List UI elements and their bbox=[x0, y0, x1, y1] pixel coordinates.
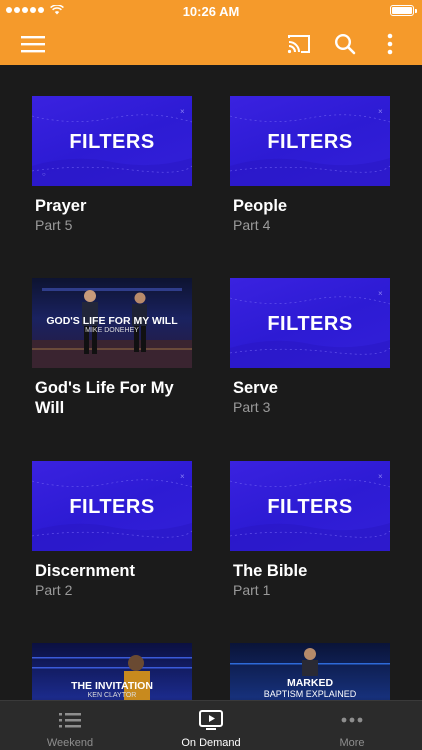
card-title: God's Life For My Will bbox=[35, 379, 174, 417]
svg-text:×: × bbox=[180, 107, 185, 116]
series-card[interactable]: × ○ FILTERS Prayer Part 5 bbox=[32, 96, 192, 234]
tab-label: More bbox=[339, 737, 365, 749]
thumbnail-title: THE INVITATION bbox=[71, 680, 153, 692]
bottom-tab-bar: Weekend On Demand More bbox=[0, 700, 422, 750]
hamburger-menu-button[interactable] bbox=[18, 29, 48, 59]
tab-more[interactable]: More bbox=[282, 701, 422, 750]
tab-weekend[interactable]: Weekend bbox=[0, 701, 140, 750]
card-subtitle: Part 4 bbox=[233, 217, 271, 233]
menu-icon bbox=[21, 36, 45, 53]
cast-icon bbox=[287, 35, 310, 54]
svg-text:×: × bbox=[378, 107, 383, 116]
thumbnail-speaker: MIKE DONEHEY bbox=[85, 327, 139, 334]
card-title: People bbox=[233, 197, 288, 215]
series-card[interactable]: × FILTERS People Part 4 bbox=[230, 96, 390, 234]
tv-play-icon bbox=[199, 710, 223, 730]
thumbnail-title: FILTERS bbox=[267, 496, 353, 518]
series-card[interactable]: × FILTERS Serve Part 3 bbox=[230, 278, 390, 416]
series-card[interactable]: MARKED BAPTISM EXPLAINED bbox=[230, 643, 390, 700]
thumbnail-title: FILTERS bbox=[69, 496, 155, 518]
series-card[interactable]: GOD'S LIFE FOR MY WILL MIKE DONEHEY God'… bbox=[32, 278, 192, 418]
svg-text:×: × bbox=[180, 472, 185, 481]
tab-on-demand[interactable]: On Demand bbox=[141, 701, 281, 750]
status-time: 10:26 AM bbox=[182, 4, 240, 19]
card-subtitle: Part 3 bbox=[233, 399, 271, 415]
series-card[interactable]: THE INVITATION KEN CLAYTOR bbox=[32, 643, 192, 700]
cast-button[interactable] bbox=[284, 29, 314, 59]
series-thumbnail: × FILTERS bbox=[230, 461, 390, 551]
svg-text:×: × bbox=[378, 472, 383, 481]
series-thumbnail: × FILTERS bbox=[230, 278, 390, 368]
on-demand-grid: × ○ FILTERS Prayer Part 5 × FILTERS Peopl… bbox=[0, 65, 422, 700]
card-subtitle: Part 5 bbox=[35, 217, 73, 233]
thumbnail-title: FILTERS bbox=[267, 313, 353, 335]
card-title: The Bible bbox=[233, 562, 308, 580]
series-card[interactable]: × FILTERS The Bible Part 1 bbox=[230, 461, 390, 599]
thumbnail-subtitle: BAPTISM EXPLAINED bbox=[263, 689, 357, 699]
series-thumbnail: × FILTERS bbox=[230, 96, 390, 186]
thumbnail-speaker: KEN CLAYTOR bbox=[87, 692, 137, 699]
list-icon bbox=[59, 713, 81, 728]
more-vertical-icon bbox=[387, 33, 393, 55]
card-title: Serve bbox=[233, 379, 278, 397]
series-thumbnail: MARKED BAPTISM EXPLAINED bbox=[230, 643, 390, 700]
thumbnail-title: FILTERS bbox=[69, 131, 155, 153]
battery-icon bbox=[390, 5, 417, 16]
search-icon bbox=[334, 33, 356, 55]
thumbnail-title: FILTERS bbox=[267, 131, 353, 153]
series-thumbnail: × ○ FILTERS bbox=[32, 96, 192, 186]
series-thumbnail: × FILTERS bbox=[32, 461, 192, 551]
tab-label: Weekend bbox=[46, 737, 94, 749]
search-button[interactable] bbox=[330, 29, 360, 59]
thumbnail-title: MARKED bbox=[286, 677, 334, 689]
svg-text:○: ○ bbox=[42, 172, 46, 178]
app-bar bbox=[0, 22, 422, 65]
svg-text:×: × bbox=[378, 289, 383, 298]
card-subtitle: Part 1 bbox=[233, 582, 271, 598]
card-subtitle: Part 2 bbox=[35, 582, 73, 598]
card-title: Prayer bbox=[35, 197, 87, 215]
status-bar: 10:26 AM bbox=[0, 0, 422, 22]
thumbnail-title: GOD'S LIFE FOR MY WILL bbox=[46, 315, 178, 327]
overflow-menu-button[interactable] bbox=[375, 29, 405, 59]
more-dots-icon bbox=[341, 717, 363, 723]
tab-label: On Demand bbox=[181, 737, 241, 749]
card-title: Discernment bbox=[35, 562, 135, 580]
series-thumbnail: THE INVITATION KEN CLAYTOR bbox=[32, 643, 192, 700]
series-thumbnail: GOD'S LIFE FOR MY WILL MIKE DONEHEY bbox=[32, 278, 192, 368]
series-card[interactable]: × FILTERS Discernment Part 2 bbox=[32, 461, 192, 599]
